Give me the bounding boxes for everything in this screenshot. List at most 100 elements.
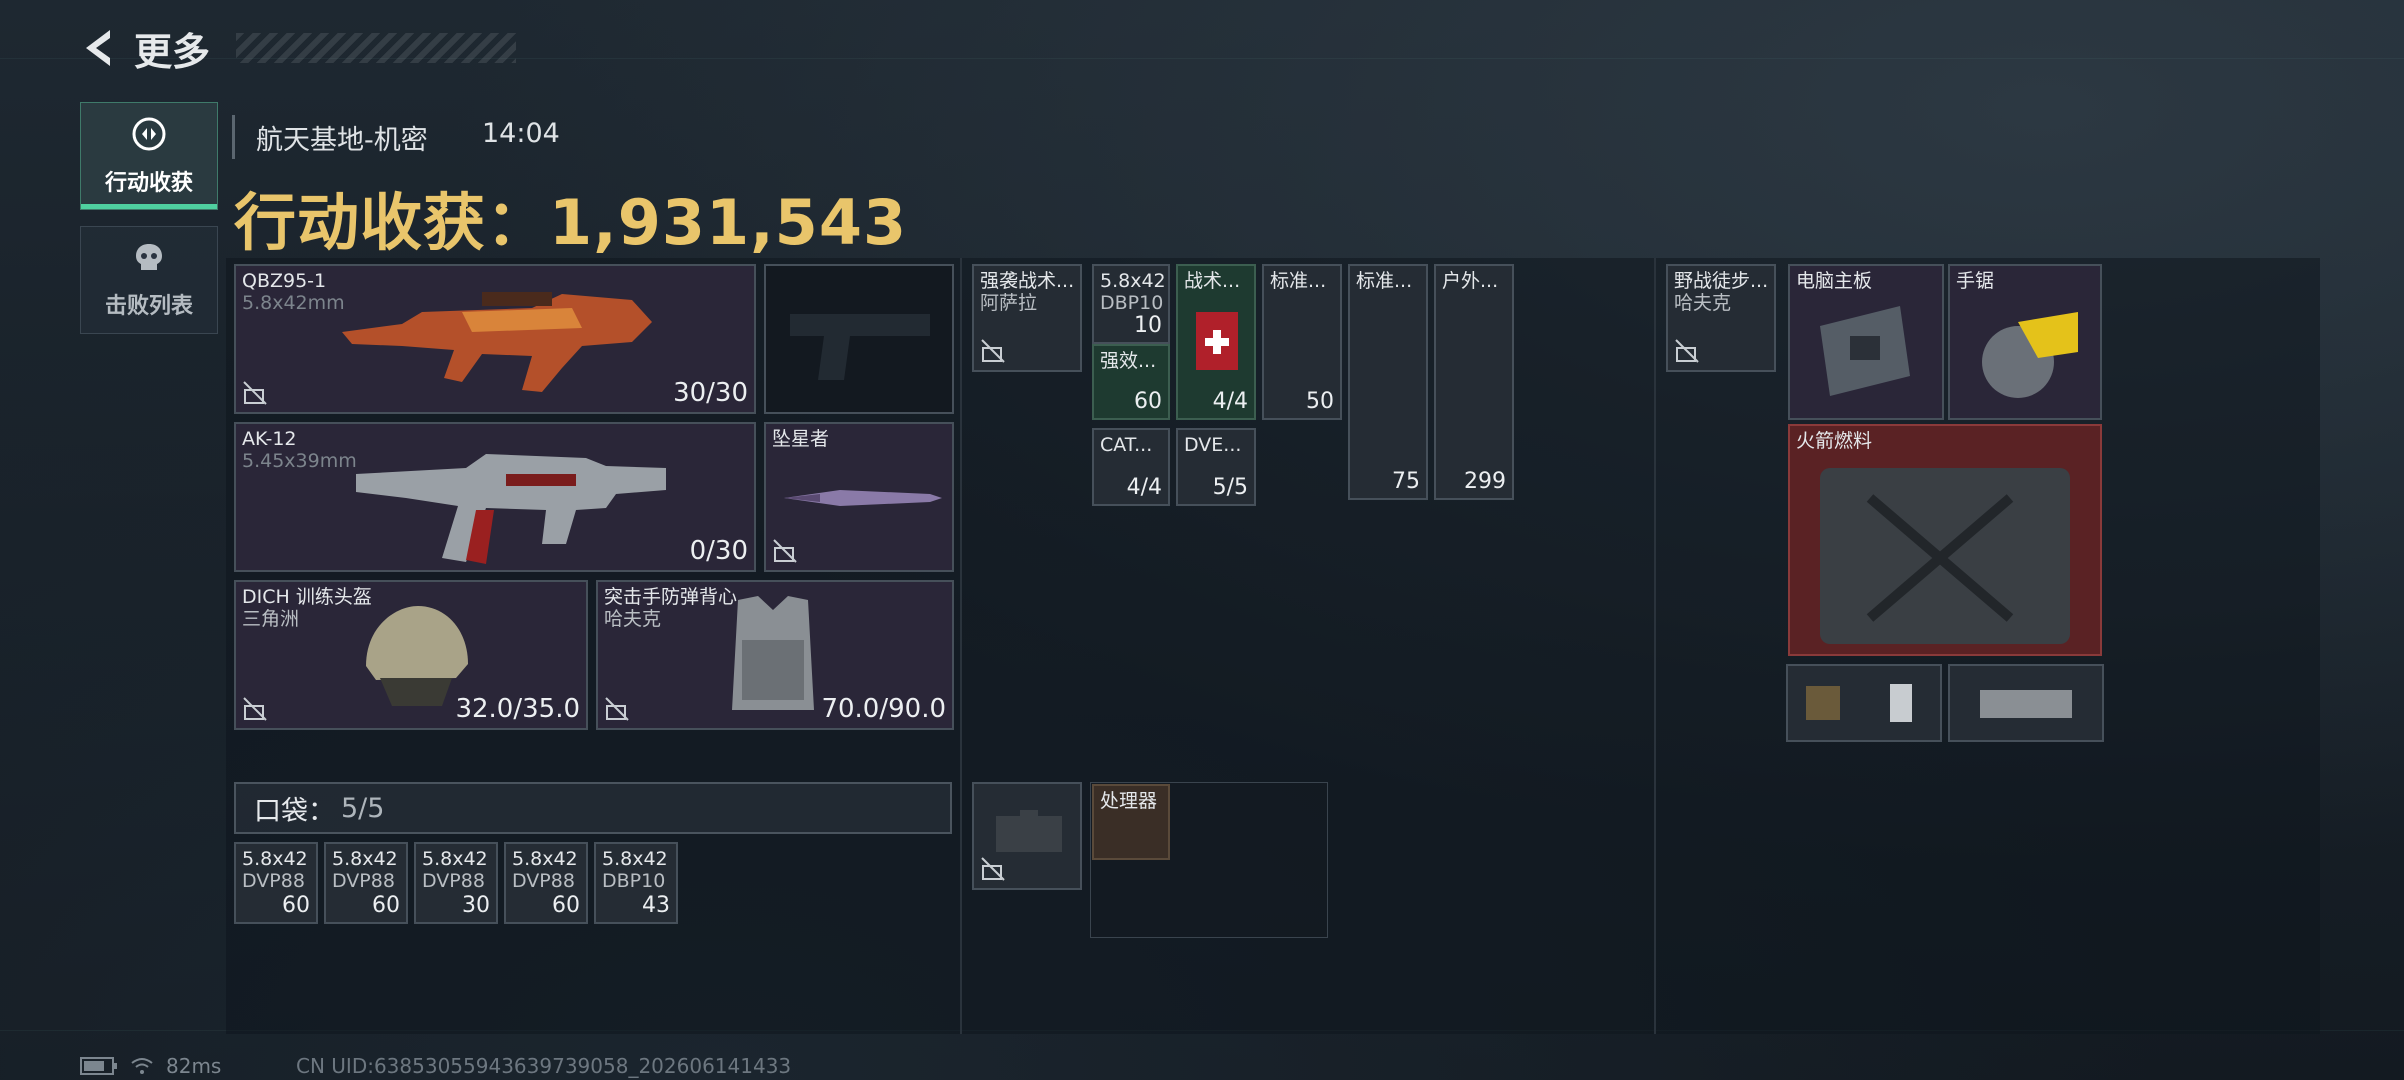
item-qty: 60	[282, 893, 310, 918]
backpack-slot[interactable]: 野战徒步... 哈夫克	[1666, 264, 1776, 372]
unlocked-icon	[243, 697, 267, 721]
fuel-can-image	[1820, 468, 2070, 644]
haul-label: 行动收获：	[234, 186, 550, 259]
item-sublabel: DVP88	[242, 870, 305, 892]
item-label: 标准...	[1270, 270, 1327, 292]
raid-time: 14:04	[482, 118, 560, 149]
ammo-type: 5.8x42mm	[242, 292, 345, 314]
rig-item[interactable]: 5.8x42 DBP10 10	[1092, 264, 1170, 344]
unlocked-icon	[981, 339, 1005, 363]
backpack-item[interactable]: 火箭燃料	[1788, 424, 2102, 656]
chest-rig-slot[interactable]: 强袭战术... 阿萨拉	[972, 264, 1082, 372]
item-label: 电脑主板	[1796, 270, 1873, 292]
pocket-item[interactable]: 5.8x42 DVP88 60	[234, 842, 318, 924]
item-label: 5.8x42	[422, 848, 488, 870]
medkit-image	[1196, 312, 1238, 370]
item-label: 强效...	[1100, 350, 1157, 372]
item-qty: 43	[642, 893, 670, 918]
rifle-image	[356, 454, 666, 564]
rig-item[interactable]: 强效... 60	[1092, 344, 1170, 420]
item-label: 5.8x42	[512, 848, 578, 870]
item-qty: 4/4	[1212, 389, 1248, 414]
rig-item[interactable]: 标准... 75	[1348, 264, 1428, 500]
secondary-weapon-slot[interactable]: AK-12 5.45x39mm 0/30	[234, 422, 756, 572]
rig-item[interactable]: 战术... 4/4	[1176, 264, 1256, 420]
case-item[interactable]: 处理器	[1092, 784, 1170, 860]
item-qty: 30	[462, 893, 490, 918]
chevron-left-icon	[70, 18, 130, 78]
rig-item[interactable]: 标准... 50	[1262, 264, 1342, 420]
back-button[interactable]: 更多	[70, 18, 550, 78]
case-slot[interactable]	[972, 782, 1082, 890]
rig-name: 强袭战术...	[980, 270, 1075, 292]
backpack-item[interactable]: 手锯	[1948, 264, 2102, 420]
ammo-count: 30/30	[673, 378, 748, 408]
item-sublabel: DVP88	[332, 870, 395, 892]
item-label: 5.8x42	[332, 848, 398, 870]
map-name: 航天基地-机密	[256, 125, 428, 156]
unlocked-icon	[773, 539, 797, 563]
item-sublabel: DBP10	[1100, 292, 1164, 314]
item-sublabel: DVP88	[512, 870, 575, 892]
pocket-header: 口袋： 5/5	[234, 782, 952, 834]
helmet-name: DICH 训练头盔	[242, 586, 372, 608]
wifi-icon	[131, 1058, 153, 1074]
item-label: 手锯	[1956, 270, 1995, 292]
vest-image	[732, 596, 814, 710]
unlocked-icon	[1675, 339, 1699, 363]
item-label: 5.8x42	[242, 848, 308, 870]
haul-amount: 1,931,543	[549, 186, 908, 259]
pocket-item[interactable]: 5.8x42 DVP88 60	[504, 842, 588, 924]
tab-defeated-list[interactable]: 击败列表	[80, 226, 218, 334]
divider	[232, 115, 235, 159]
item-qty: 60	[1134, 389, 1162, 414]
page-title: 更多	[134, 29, 211, 74]
pocket-item[interactable]: 5.8x42 DBP10 43	[594, 842, 678, 924]
chip-image	[1806, 686, 1840, 720]
rig-item[interactable]: 户外... 299	[1434, 264, 1514, 500]
backpack-item[interactable]	[1948, 664, 2104, 742]
pistol-placeholder-icon	[790, 314, 930, 380]
durability: 32.0/35.0	[455, 694, 580, 724]
rifle-image	[342, 292, 652, 392]
helmet-slot[interactable]: DICH 训练头盔 三角洲 32.0/35.0	[234, 580, 588, 730]
item-qty: 60	[552, 893, 580, 918]
item-sublabel: DBP10	[602, 870, 666, 892]
backpack-source: 哈夫克	[1674, 292, 1732, 314]
item-label: 5.8x42	[1100, 270, 1166, 292]
ammo-count: 0/30	[689, 536, 748, 566]
pistol-slot[interactable]	[764, 264, 954, 414]
tab-loot[interactable]: 行动收获	[80, 102, 218, 210]
pocket-label: 口袋：	[254, 795, 335, 827]
armor-source: 哈夫克	[604, 608, 662, 630]
uid: CN UID:638530559436397390​58_20260614143…	[296, 1054, 792, 1078]
item-label: DVE...	[1184, 434, 1242, 456]
pocket-item[interactable]: 5.8x42 DVP88 60	[324, 842, 408, 924]
item-qty: 10	[1134, 313, 1162, 338]
pocket-count: 5/5	[341, 792, 385, 824]
item-qty: 75	[1392, 469, 1420, 494]
knife-image	[784, 490, 942, 506]
unlocked-icon	[981, 857, 1005, 881]
armor-name: 突击手防弹背心	[604, 586, 738, 608]
status-bar: 82ms	[80, 1054, 221, 1078]
backpack-item[interactable]	[1786, 664, 1942, 742]
item-qty: 50	[1306, 389, 1334, 414]
armor-slot[interactable]: 突击手防弹背心 哈夫克 70.0/90.0	[596, 580, 954, 730]
loot-icon	[130, 115, 168, 159]
pocket-item[interactable]: 5.8x42 DVP88 30	[414, 842, 498, 924]
helmet-source: 三角洲	[242, 608, 300, 630]
haul-value: 行动收获：1,931,543	[234, 172, 907, 262]
plate-image	[1980, 690, 2072, 718]
weapon-name: QBZ95-1	[242, 270, 327, 292]
melee-slot[interactable]: 坠星者	[764, 422, 954, 572]
backpack-item[interactable]: 电脑主板	[1788, 264, 1944, 420]
ammo-type: 5.45x39mm	[242, 450, 357, 472]
primary-weapon-slot[interactable]: QBZ95-1 5.8x42mm 30/30	[234, 264, 756, 414]
rig-item[interactable]: CAT... 4/4	[1092, 428, 1170, 506]
item-label: 户外...	[1442, 270, 1499, 292]
ping: 82ms	[166, 1054, 222, 1078]
item-label: 战术...	[1184, 270, 1241, 292]
rig-item[interactable]: DVE... 5/5	[1176, 428, 1256, 506]
item-label: 处理器	[1100, 790, 1158, 812]
